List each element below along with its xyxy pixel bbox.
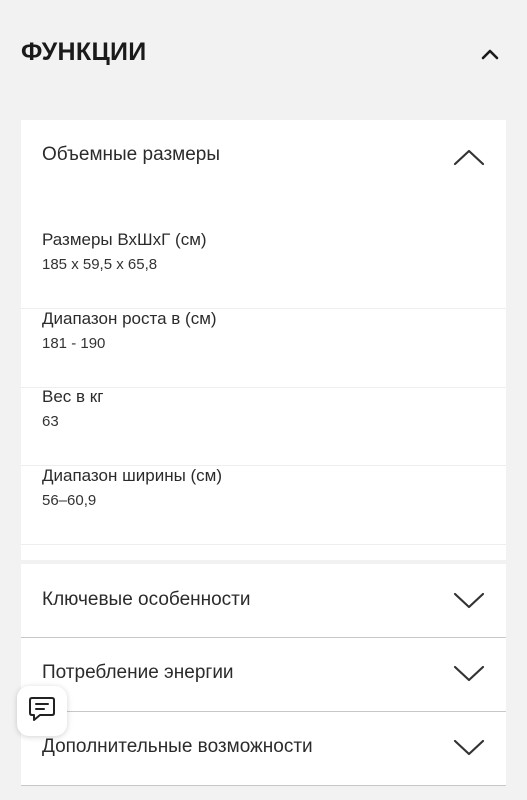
spec-value: 63 [42, 413, 59, 430]
energy-consumption-panel[interactable]: Потребление энергии [21, 638, 506, 712]
chevron-down-icon[interactable] [452, 737, 486, 759]
dimensions-panel-header[interactable]: Объемные размеры [21, 120, 506, 190]
spec-label: Размеры ВхШхГ (см) [42, 230, 207, 249]
spec-label: Вес в кг [42, 387, 104, 406]
key-features-panel[interactable]: Ключевые особенности [21, 564, 506, 638]
chat-button[interactable] [17, 686, 67, 736]
section-title: ФУНКЦИИ [21, 38, 147, 66]
spec-item: Диапазон роста в (см) 181 - 190 [21, 309, 506, 388]
spec-item: Вес в кг 63 [21, 387, 506, 466]
spec-value: 56–60,9 [42, 492, 97, 509]
panel-title: Ключевые особенности [42, 589, 251, 610]
spec-item: Размеры ВхШхГ (см) 185 x 59,5 x 65,8 [21, 230, 506, 309]
panel-title: Потребление энергии [42, 662, 234, 683]
dimensions-panel: Объемные размеры Размеры ВхШхГ (см) 185 … [21, 120, 506, 560]
chevron-down-icon[interactable] [452, 590, 486, 612]
chat-icon [27, 694, 57, 729]
spec-label: Диапазон роста в (см) [42, 309, 217, 328]
spec-value: 181 - 190 [42, 335, 106, 352]
chevron-down-icon[interactable] [452, 663, 486, 685]
spec-label: Диапазон ширины (см) [42, 466, 223, 485]
chevron-up-icon[interactable] [476, 42, 504, 66]
chevron-up-icon[interactable] [452, 146, 486, 168]
spec-value: 185 x 59,5 x 65,8 [42, 256, 158, 273]
spec-item: Диапазон ширины (см) 56–60,9 [21, 466, 506, 545]
panel-title: Объемные размеры [42, 144, 221, 165]
panel-title: Дополнительные возможности [42, 736, 313, 757]
features-section-header[interactable]: ФУНКЦИИ [0, 0, 527, 110]
additional-features-panel[interactable]: Дополнительные возможности [21, 712, 506, 786]
